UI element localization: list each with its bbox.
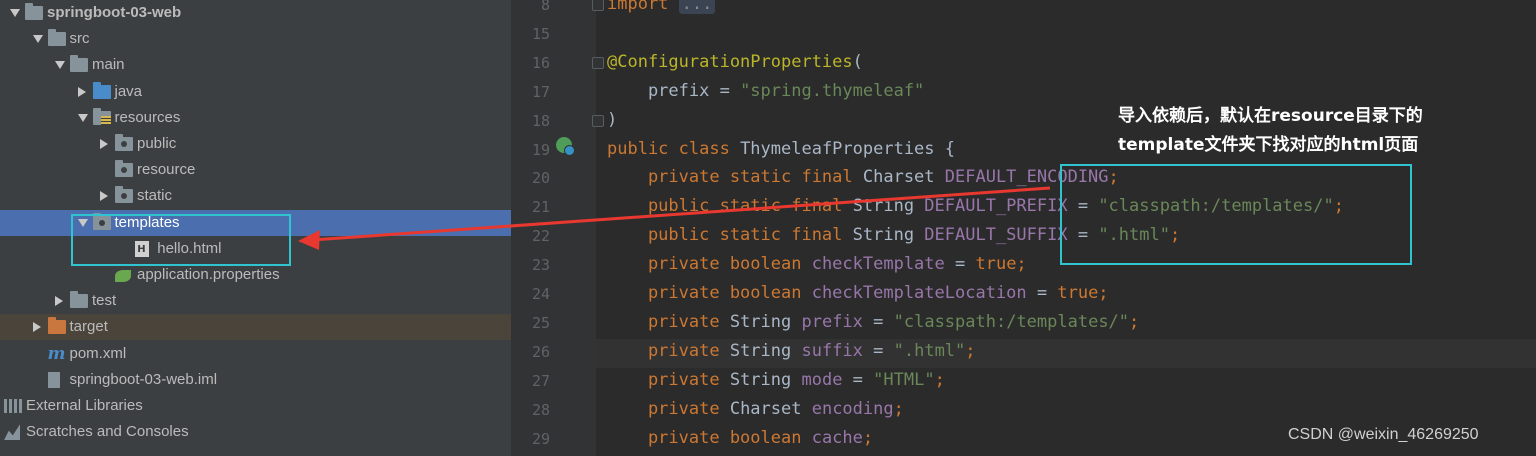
watermark: CSDN @weixin_46269250 <box>1288 426 1479 443</box>
arrow-shaft <box>311 186 1051 242</box>
arrow-head <box>298 230 320 250</box>
annotation-arrow <box>298 186 1051 250</box>
